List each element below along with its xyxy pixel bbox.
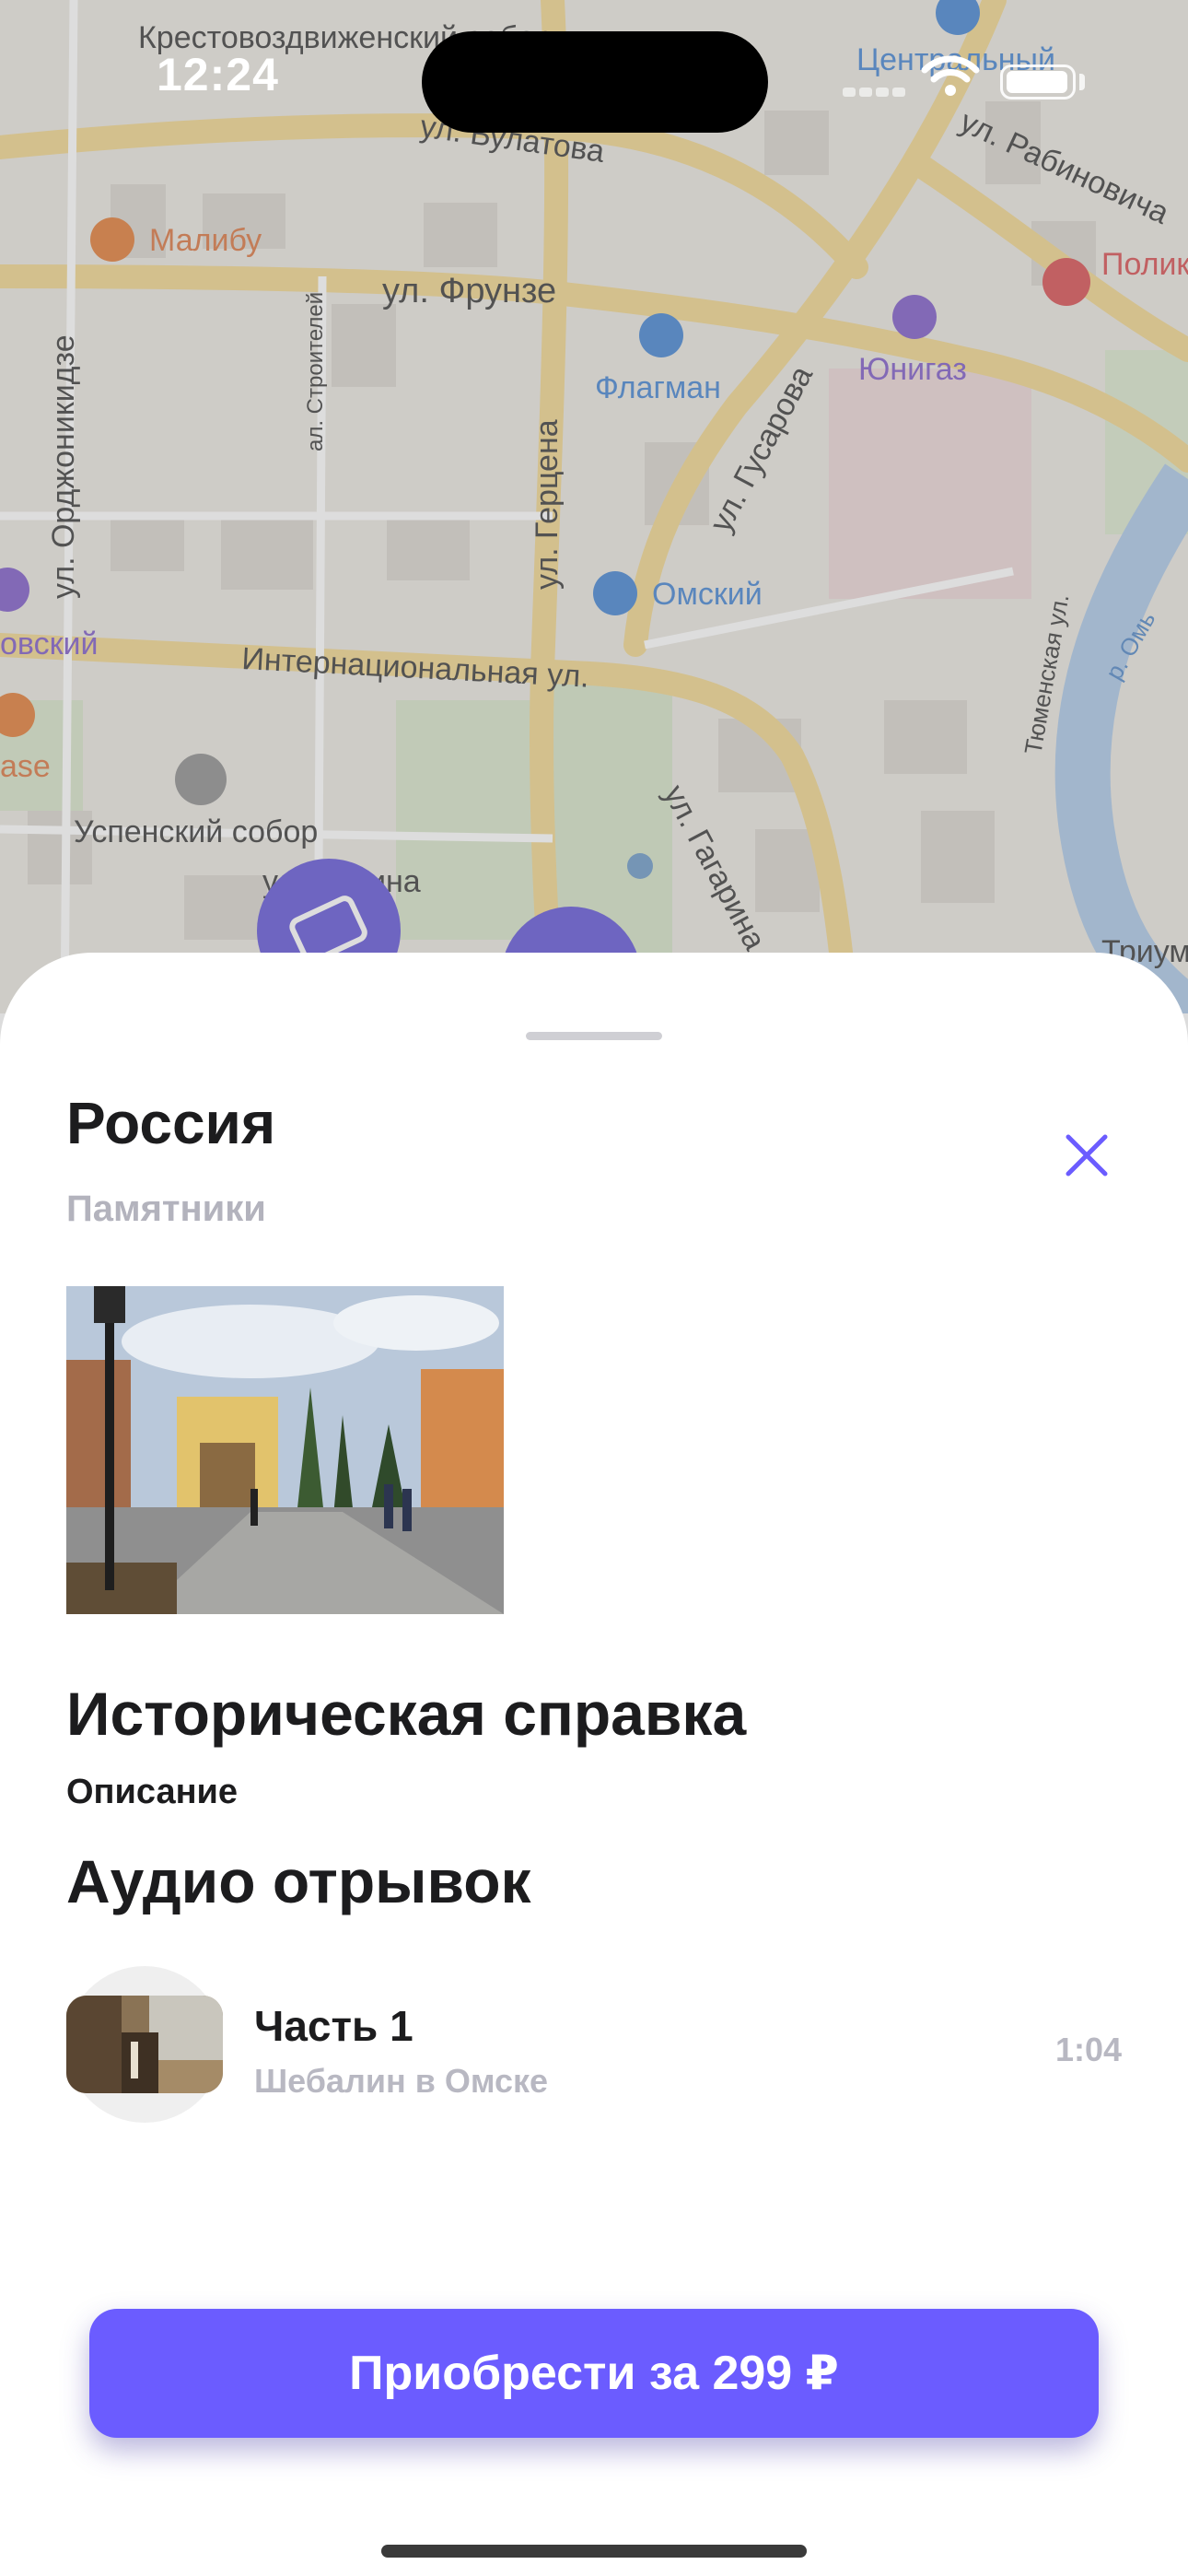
sheet-grabber[interactable] [526,1032,662,1040]
battery-cap [1079,74,1085,90]
buy-button[interactable]: Приобрести за 299 ₽ [89,2309,1099,2438]
track-duration: 1:04 [1054,2031,1122,2068]
battery-icon [1000,64,1076,100]
track-title: Часть 1 [254,2002,413,2050]
history-description: Описание [66,1773,239,1811]
close-icon[interactable] [1059,1128,1114,1183]
dynamic-island [422,31,768,133]
place-title: Россия [66,1090,276,1156]
wifi-icon [921,55,980,96]
home-indicator [381,2545,807,2558]
status-time: 12:24 [157,49,279,100]
history-heading: Историческая справка [66,1680,747,1748]
place-category: Памятники [66,1188,266,1229]
track-subtitle: Шебалин в Омске [254,2062,549,2100]
place-details-sheet: Россия Памятники Историческая справка Оп… [0,953,1188,2576]
track-thumbnail [66,1996,223,2093]
signal-icon [843,85,909,101]
audio-track-row[interactable]: Часть 1 Шебалин в Омске 1:04 [66,1966,1122,2123]
status-bar: 12:24 [0,0,1188,157]
place-photo[interactable] [66,1286,504,1614]
audio-heading: Аудио отрывок [66,1847,531,1915]
